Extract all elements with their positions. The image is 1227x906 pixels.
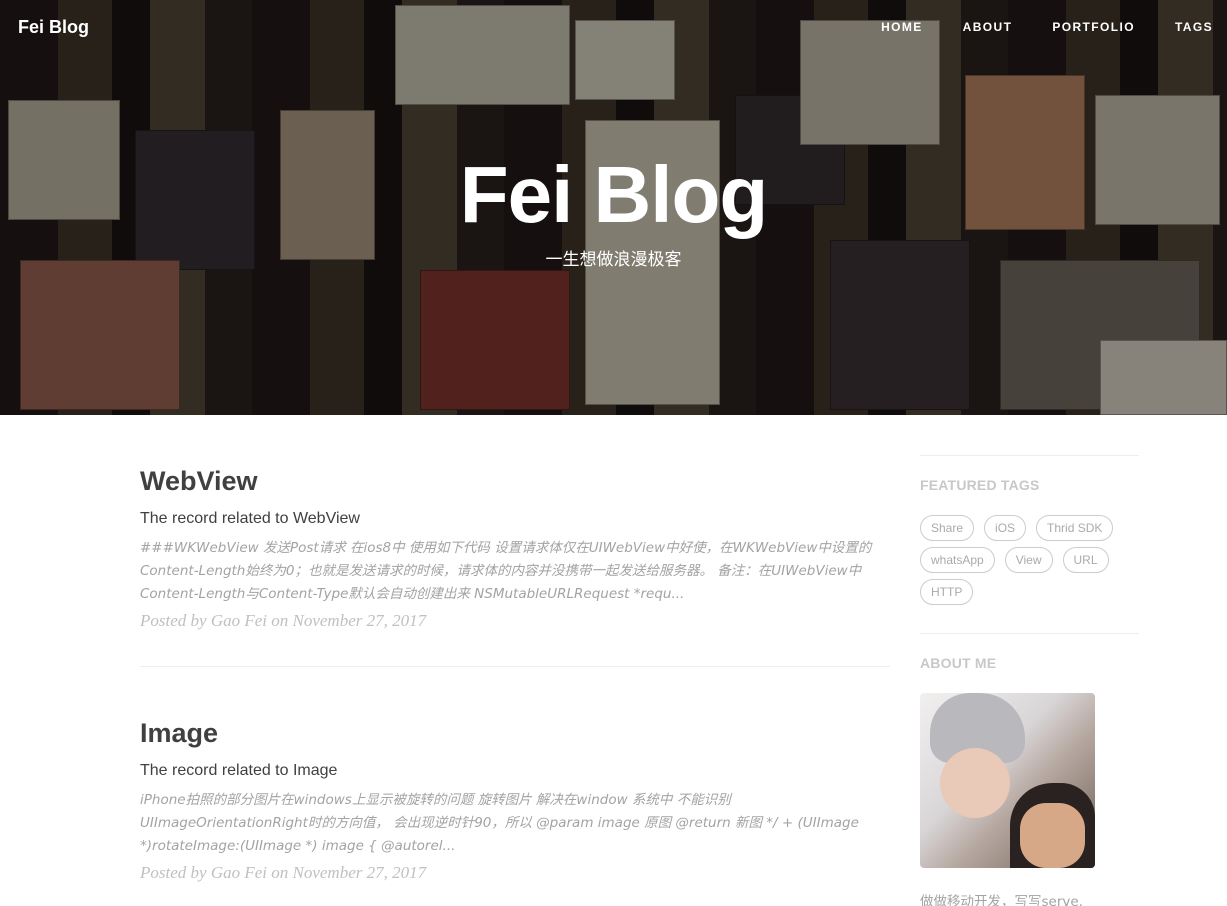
site-heading: Fei Blog 一生想做浪漫极客 <box>0 150 1227 270</box>
photo-detail <box>940 748 1010 818</box>
tag-url[interactable]: URL <box>1062 547 1109 573</box>
post-excerpt: iPhone拍照的部分图片在windows上显示被旋转的问题 旋转图片 解决在w… <box>140 792 859 854</box>
sidebar-divider <box>920 633 1139 634</box>
post-subtitle: The record related to WebView <box>140 510 360 527</box>
about-me-photo <box>920 693 1095 868</box>
nav-brand-link[interactable]: Fei Blog <box>18 17 89 38</box>
sidebar-divider <box>920 455 1139 456</box>
post-excerpt: ###WKWebView 发送Post请求 在ios8中 使用如下代码 设置请求… <box>140 540 872 602</box>
site-subtitle: 一生想做浪漫极客 <box>545 250 682 270</box>
tag-http[interactable]: HTTP <box>920 579 974 605</box>
nav-link-about[interactable]: ABOUT <box>963 20 1013 34</box>
about-me-text: 做做移动开发，写写serve, <box>920 894 1083 906</box>
featured-tags-heading: FEATURED TAGS <box>920 477 1040 493</box>
top-nav: HOME ABOUT PORTFOLIO TAGS <box>841 20 1213 34</box>
tag-share[interactable]: Share <box>920 515 975 541</box>
post-title-link[interactable]: WebView <box>140 465 890 497</box>
post-title-link[interactable]: Image <box>140 717 890 749</box>
tag-view[interactable]: View <box>1004 547 1053 573</box>
post-meta: Posted by Gao Fei on November 27, 2017 <box>140 863 427 882</box>
nav-link-portfolio[interactable]: PORTFOLIO <box>1052 20 1135 34</box>
post-list: WebView The record related to WebView ##… <box>140 415 890 906</box>
tag-whatsapp[interactable]: whatsApp <box>920 547 995 573</box>
photo-detail <box>1020 803 1085 868</box>
post-preview[interactable]: Image The record related to Image iPhone… <box>140 667 890 906</box>
nav-link-home[interactable]: HOME <box>881 20 923 34</box>
tag-thrid-sdk[interactable]: Thrid SDK <box>1036 515 1114 541</box>
sidebar: FEATURED TAGS Share iOS Thrid SDK whatsA… <box>920 455 1139 906</box>
site-title: Fei Blog <box>459 150 769 239</box>
tag-ios[interactable]: iOS <box>984 515 1027 541</box>
post-preview[interactable]: WebView The record related to WebView ##… <box>140 415 890 667</box>
header-hero: Fei Blog HOME ABOUT PORTFOLIO TAGS Fei B… <box>0 0 1227 415</box>
featured-tags-list: Share iOS Thrid SDK whatsApp View URL HT… <box>920 515 1130 611</box>
post-meta: Posted by Gao Fei on November 27, 2017 <box>140 611 427 630</box>
post-subtitle: The record related to Image <box>140 762 338 779</box>
nav-link-tags[interactable]: TAGS <box>1175 20 1213 34</box>
about-me-heading: ABOUT ME <box>920 655 997 671</box>
